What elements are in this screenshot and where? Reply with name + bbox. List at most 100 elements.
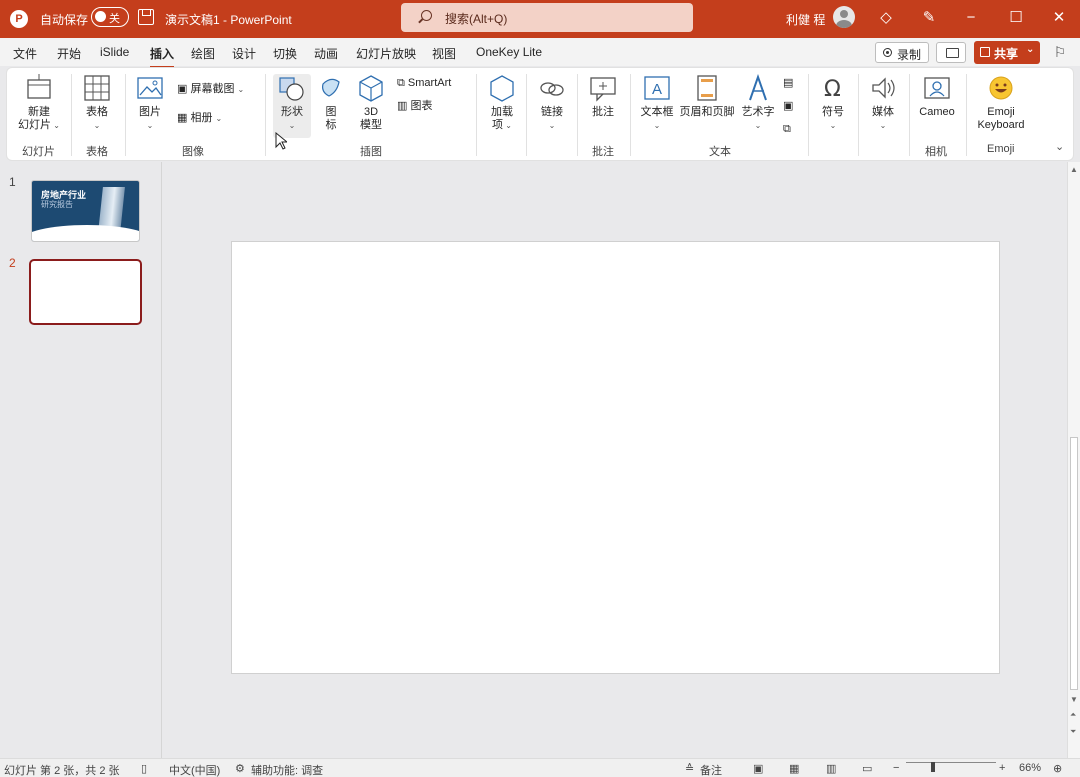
chevron-down-icon: ⌄	[1026, 44, 1035, 55]
new-slide-button[interactable]: 新建 幻灯片 ⌄	[15, 74, 63, 132]
addins-button[interactable]: 加载 项 ⌄	[483, 74, 521, 132]
ribbon-collapse-icon[interactable]: ⌄	[1055, 140, 1064, 154]
tab-animations[interactable]: 动画	[314, 45, 338, 62]
tab-design[interactable]: 设计	[232, 45, 256, 62]
svg-text:A: A	[652, 81, 662, 98]
accessibility-status[interactable]: 辅助功能: 调查	[251, 762, 323, 777]
zoom-out-icon[interactable]: −	[893, 762, 899, 774]
tab-slideshow[interactable]: 幻灯片放映	[356, 45, 416, 62]
textbox-button[interactable]: A 文本框 ⌄	[637, 74, 677, 132]
reading-view-icon[interactable]: ▥	[826, 762, 836, 775]
user-name[interactable]: 利健 程	[786, 11, 825, 28]
table-icon	[84, 75, 110, 101]
zoom-level[interactable]: 66%	[1019, 762, 1041, 774]
title-bar: P 自动保存 关 演示文稿1 - PowerPoint 搜索(Alt+Q) 利健…	[0, 0, 1080, 38]
3d-models-button[interactable]: 3D 模型	[353, 74, 389, 132]
slide-thumbnail-2[interactable]	[29, 259, 142, 325]
omega-icon: Ω	[824, 77, 841, 102]
save-icon[interactable]	[138, 9, 154, 25]
record-label: 录制	[897, 48, 922, 62]
share-label: 共享	[994, 47, 1019, 61]
fit-slide-icon[interactable]: ⊕	[1053, 762, 1062, 775]
next-slide-icon[interactable]: ⏷	[1070, 727, 1076, 737]
emoji-keyboard-button[interactable]: Emoji Keyboard	[969, 74, 1033, 132]
language-status[interactable]: 中文(中国)	[169, 762, 220, 777]
menu-bar: 文件 开始 iSlide 插入 绘图 设计 切换 动画 幻灯片放映 视图 One…	[0, 38, 1080, 69]
group-camera-label: 相机	[925, 146, 947, 158]
symbols-label: 符号	[822, 106, 844, 118]
ribbon: 新建 幻灯片 ⌄ 表格 ⌄ 图片 ⌄ ▣ 屏幕截图 ⌄ ▦ 相册 ⌄ 图像 形状 ⌄ …	[6, 67, 1074, 161]
zoom-slider-thumb[interactable]	[931, 762, 935, 772]
avatar[interactable]	[833, 6, 855, 28]
screenshot-button[interactable]: ▣ 屏幕截图 ⌄	[177, 82, 244, 97]
table-button[interactable]: 表格 ⌄	[77, 74, 117, 132]
media-button[interactable]: 媒体 ⌄	[865, 74, 901, 132]
tab-file[interactable]: 文件	[13, 45, 37, 62]
icons-button[interactable]: 图 标	[315, 74, 347, 132]
magic-wand-icon[interactable]: ✎	[920, 9, 938, 27]
chart-button[interactable]: ▥ 图表	[397, 99, 432, 113]
new-comment-button[interactable]: 批注	[584, 74, 622, 119]
tab-view[interactable]: 视图	[432, 45, 456, 62]
zoom-in-icon[interactable]: +	[999, 762, 1005, 774]
date-time-icon[interactable]: ▤	[783, 76, 793, 90]
symbols-button[interactable]: Ω 符号 ⌄	[815, 74, 851, 132]
spellcheck-icon[interactable]: ▯	[141, 762, 147, 775]
slide-number-icon[interactable]: ▣	[783, 99, 793, 113]
close-icon[interactable]: ✕	[1050, 9, 1068, 27]
tab-draw[interactable]: 绘图	[191, 45, 215, 62]
group-illustrations-label: 插图	[360, 146, 382, 158]
present-icon[interactable]: ⚐	[1051, 44, 1069, 62]
cameo-button[interactable]: Cameo	[915, 74, 959, 119]
shapes-button[interactable]: 形状 ⌄	[273, 74, 311, 138]
link-icon	[540, 82, 564, 96]
icons-icon	[322, 78, 340, 97]
group-slides-label: 幻灯片	[22, 146, 55, 158]
comments-button[interactable]	[936, 42, 966, 63]
album-button[interactable]: ▦ 相册 ⌄	[177, 111, 222, 126]
group-tables-label: 表格	[86, 146, 108, 158]
group-images-label: 图像	[182, 146, 204, 158]
comment-icon	[590, 77, 616, 102]
chart-icon: ▥	[397, 100, 408, 112]
current-slide[interactable]	[231, 241, 1000, 674]
slide-thumbnail-1[interactable]: 房地产行业 研究报告	[31, 180, 140, 242]
share-button[interactable]: 共享 ⌄	[974, 41, 1040, 64]
record-button[interactable]: 录制	[875, 42, 929, 63]
tab-insert[interactable]: 插入	[150, 45, 175, 69]
notes-button[interactable]: 备注	[700, 762, 722, 777]
smartart-button[interactable]: ⧉ SmartArt	[397, 76, 451, 90]
search-input[interactable]: 搜索(Alt+Q)	[401, 3, 693, 32]
object-icon[interactable]: ⧉	[783, 122, 791, 136]
normal-view-icon[interactable]: ▣	[753, 762, 763, 775]
minimize-icon[interactable]: −	[962, 9, 980, 27]
link-label: 链接	[541, 106, 563, 118]
table-label: 表格	[86, 106, 108, 118]
scroll-down-icon[interactable]: ▼	[1070, 695, 1078, 704]
tab-transitions[interactable]: 切换	[273, 45, 297, 62]
screenshot-label: 屏幕截图	[190, 83, 235, 95]
tab-islide[interactable]: iSlide	[100, 45, 129, 59]
scrollbar-thumb[interactable]	[1070, 437, 1078, 690]
picture-button[interactable]: 图片 ⌄	[131, 74, 169, 132]
slide-sorter-icon[interactable]: ▦	[789, 762, 799, 775]
tab-home[interactable]: 开始	[57, 45, 81, 62]
prev-slide-icon[interactable]: ⏶	[1070, 710, 1076, 720]
camera-icon	[924, 77, 950, 99]
wordart-button[interactable]: 艺术字 ⌄	[739, 74, 777, 132]
link-button[interactable]: 链接 ⌄	[533, 74, 571, 132]
zoom-slider[interactable]	[906, 762, 996, 763]
maximize-icon[interactable]: ☐	[1007, 9, 1025, 27]
vertical-scrollbar[interactable]: ▲ ▼ ⏶ ⏷	[1067, 162, 1080, 758]
diamond-icon[interactable]: ◇	[877, 9, 895, 27]
tab-onekey[interactable]: OneKey Lite	[476, 45, 542, 59]
group-text-label: 文本	[709, 146, 731, 158]
header-footer-button[interactable]: 页眉和页脚	[677, 74, 737, 119]
autosave-toggle[interactable]: 关	[91, 7, 129, 27]
slideshow-view-icon[interactable]: ▭	[862, 762, 872, 775]
scroll-up-icon[interactable]: ▲	[1070, 165, 1078, 174]
slide-number-2: 2	[9, 256, 16, 270]
cameo-label: Cameo	[919, 106, 955, 118]
smartart-icon: ⧉	[397, 77, 405, 89]
album-label: 相册	[190, 112, 213, 124]
